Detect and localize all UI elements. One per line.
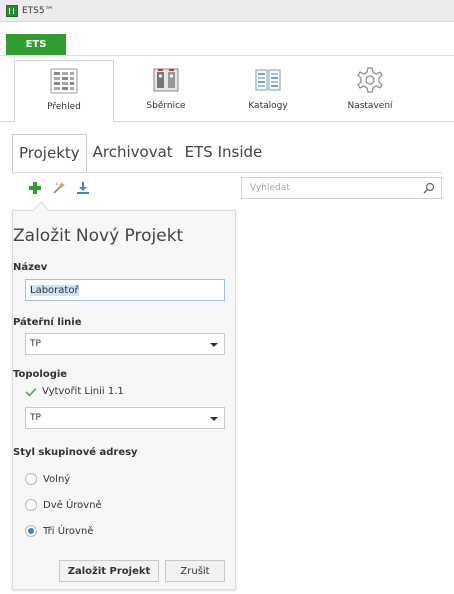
topology-value: TP — [30, 413, 41, 423]
radio-three-levels[interactable]: Tři Úrovně — [25, 525, 93, 537]
ribbon-label-overview: Přehled — [47, 102, 81, 112]
topology-label: Topologie — [13, 369, 68, 380]
backbone-value: TP — [30, 339, 41, 349]
name-label: Název — [13, 262, 48, 273]
topology-select[interactable]: TP — [25, 407, 225, 429]
catalog-icon — [255, 69, 281, 91]
radio-free-label: Volný — [43, 473, 71, 485]
tab-ets-inside[interactable]: ETS Inside — [179, 134, 269, 172]
group-address-label: Styl skupinové adresy — [13, 447, 138, 458]
ribbon-item-overview[interactable]: Přehled — [14, 60, 114, 122]
ets-logo-icon — [6, 4, 18, 17]
project-tabs: Projekty Archivovat ETS Inside — [12, 134, 268, 172]
radio-button-selected[interactable] — [25, 525, 37, 537]
radio-free[interactable]: Volný — [25, 473, 70, 485]
panel-notch — [32, 201, 50, 219]
overview-icon — [50, 68, 78, 94]
create-project-button[interactable]: Založit Projekt — [59, 560, 159, 582]
backbone-label: Páteřní linie — [13, 317, 82, 328]
ribbon: Přehled Sběrnice Katalogy Nastavení — [0, 56, 454, 122]
radio-two-levels-label: Dvě Úrovně — [43, 499, 102, 511]
radio-button[interactable] — [25, 499, 37, 511]
ribbon-label-settings: Nastavení — [347, 101, 393, 111]
tab-projects[interactable]: Projekty — [12, 134, 87, 172]
add-project-icon[interactable] — [28, 181, 42, 195]
ribbon-label-bus: Sběrnice — [146, 101, 186, 111]
import-download-icon[interactable] — [76, 181, 90, 195]
ribbon-item-settings[interactable]: Nastavení — [320, 60, 420, 118]
title-bar: ETS5™ — [0, 0, 454, 22]
create-line-checkbox[interactable]: Vytvořit Linii 1.1 — [25, 386, 124, 397]
radio-three-levels-label: Tři Úrovně — [43, 525, 94, 537]
ets-app-tab[interactable]: ETS — [6, 34, 66, 55]
ribbon-item-catalog[interactable]: Katalogy — [218, 60, 318, 118]
chevron-down-icon — [210, 343, 218, 347]
chevron-down-icon — [210, 417, 218, 421]
search-box[interactable] — [241, 177, 442, 199]
project-name-field[interactable]: Laboratoř — [25, 279, 225, 301]
search-input[interactable] — [250, 183, 410, 193]
settings-gear-icon — [357, 67, 383, 93]
new-project-title: Založit Nový Projekt — [13, 226, 184, 246]
search-icon[interactable] — [423, 182, 435, 194]
radio-button[interactable] — [25, 473, 37, 485]
project-toolbar — [12, 172, 442, 202]
bus-icon — [153, 68, 179, 92]
create-line-label: Vytvořit Linii 1.1 — [42, 386, 124, 397]
wizard-wand-icon[interactable] — [52, 181, 66, 195]
radio-two-levels[interactable]: Dvě Úrovně — [25, 499, 102, 511]
cancel-button[interactable]: Zrušit — [165, 560, 225, 582]
tab-archive[interactable]: Archivovat — [87, 134, 179, 172]
window-title: ETS5™ — [22, 5, 54, 16]
ribbon-label-catalog: Katalogy — [248, 101, 288, 111]
project-name-value: Laboratoř — [30, 284, 79, 296]
ribbon-item-bus[interactable]: Sběrnice — [116, 60, 216, 118]
new-project-panel: Založit Nový Projekt Název Laboratoř Pát… — [12, 201, 236, 590]
backbone-select[interactable]: TP — [25, 333, 225, 355]
checkmark-icon — [25, 387, 37, 397]
